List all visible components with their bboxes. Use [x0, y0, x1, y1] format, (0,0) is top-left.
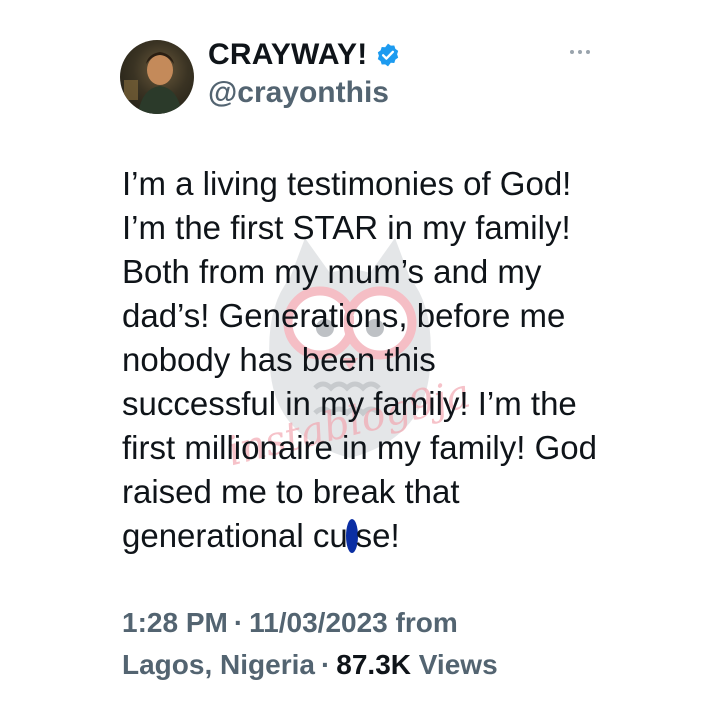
tweet-meta: 1:28 PM · 11/03/2023 from Lagos, Nigeria · 8…	[122, 602, 498, 686]
views-count[interactable]: 87.3K	[336, 649, 411, 680]
tweet-line: I’m a living testimonies of God!	[122, 165, 572, 202]
tweet-time[interactable]: 1:28 PM	[122, 607, 228, 638]
tweet-line: raised me to break that	[122, 473, 460, 510]
views-label: Views	[418, 649, 498, 680]
avatar[interactable]	[120, 40, 194, 114]
tweet-location: Lagos, Nigeria	[122, 649, 315, 680]
tweet-line: Both from my mum’s and my	[122, 253, 542, 290]
tweet-card: CRAYWAY! @crayonthis instablog9ja I’m a …	[0, 0, 720, 720]
verified-badge-icon	[375, 42, 401, 68]
tweet-text: I’m a living testimonies of God! I’m the…	[122, 162, 622, 558]
tweet-line: first millionaire in my family! God	[122, 429, 597, 466]
handle[interactable]: @crayonthis	[208, 76, 389, 110]
meta-row-timestamp: 1:28 PM · 11/03/2023 from	[122, 602, 498, 644]
tweet-date[interactable]: 11/03/2023	[249, 607, 388, 638]
tweet-line: dad’s! Generations, before me	[122, 297, 566, 334]
tweet-line: nobody has been this	[122, 341, 436, 378]
meta-separator: ·	[233, 607, 244, 638]
tweet-line-last: generational cu se!	[122, 514, 622, 558]
more-options-icon[interactable]	[566, 46, 594, 58]
avatar-image	[124, 52, 182, 114]
tweet-line: successful in my family! I’m the	[122, 385, 577, 422]
tweet-line-last-start: generational cu	[122, 517, 348, 554]
display-name[interactable]: CRAYWAY!	[208, 38, 367, 72]
from-label: from	[395, 607, 458, 638]
meta-row-location: Lagos, Nigeria · 87.3K Views	[122, 644, 498, 686]
display-name-row: CRAYWAY!	[208, 38, 401, 72]
tweet-line-last-end: se!	[355, 517, 400, 554]
tweet-line: I’m the first STAR in my family!	[122, 209, 571, 246]
meta-separator: ·	[320, 649, 331, 680]
